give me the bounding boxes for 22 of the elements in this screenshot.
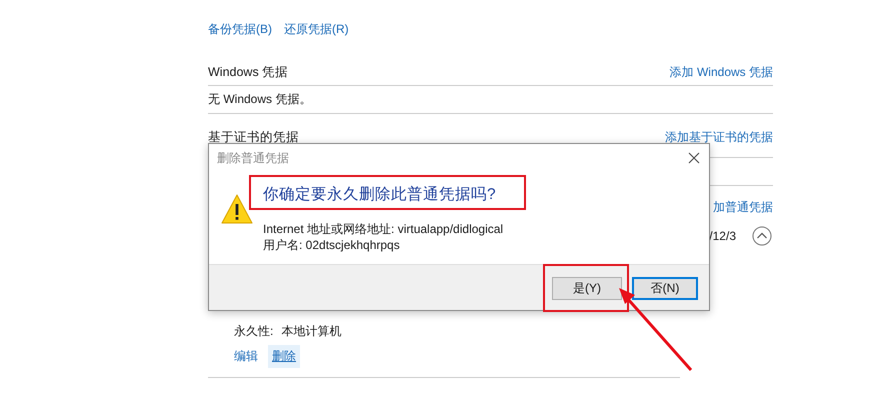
collapse-icon[interactable] [752,226,772,246]
dialog-heading: 你确定要永久删除此普通凭据吗? [263,185,497,205]
section-title: Windows 凭据 [208,64,288,81]
dialog-button[interactable]: 否(N) [632,277,698,300]
add-link[interactable]: 添加基于证书的凭据 [665,129,773,146]
dialog-title: 删除普通凭据 [217,150,289,166]
link[interactable]: 还原凭据(R) [284,21,349,38]
add-link[interactable]: 加普通凭据 [713,198,773,216]
add-link[interactable]: 添加 Windows 凭据 [670,64,773,81]
detail-text: Internet 地址或网络地址: virtualapp/didlogical [263,221,504,237]
date-text: /12/3 [709,229,736,243]
dialog-button[interactable]: 是(Y) [552,277,622,300]
warning-icon [221,194,253,224]
close-icon[interactable] [688,152,700,164]
detail-value: 本地计算机 [281,323,342,340]
section-title: 基于证书的凭据 [208,129,299,146]
empty-text: 无 Windows 凭据。 [208,91,312,108]
action-link[interactable]: 编辑 [230,345,262,368]
action-link[interactable]: 删除 [268,345,300,368]
link[interactable]: 备份凭据(B) [208,21,272,38]
detail-label: 永久性: [234,323,274,340]
detail-text: 用户名: 02dtscjekhqhrpqs [263,237,401,253]
